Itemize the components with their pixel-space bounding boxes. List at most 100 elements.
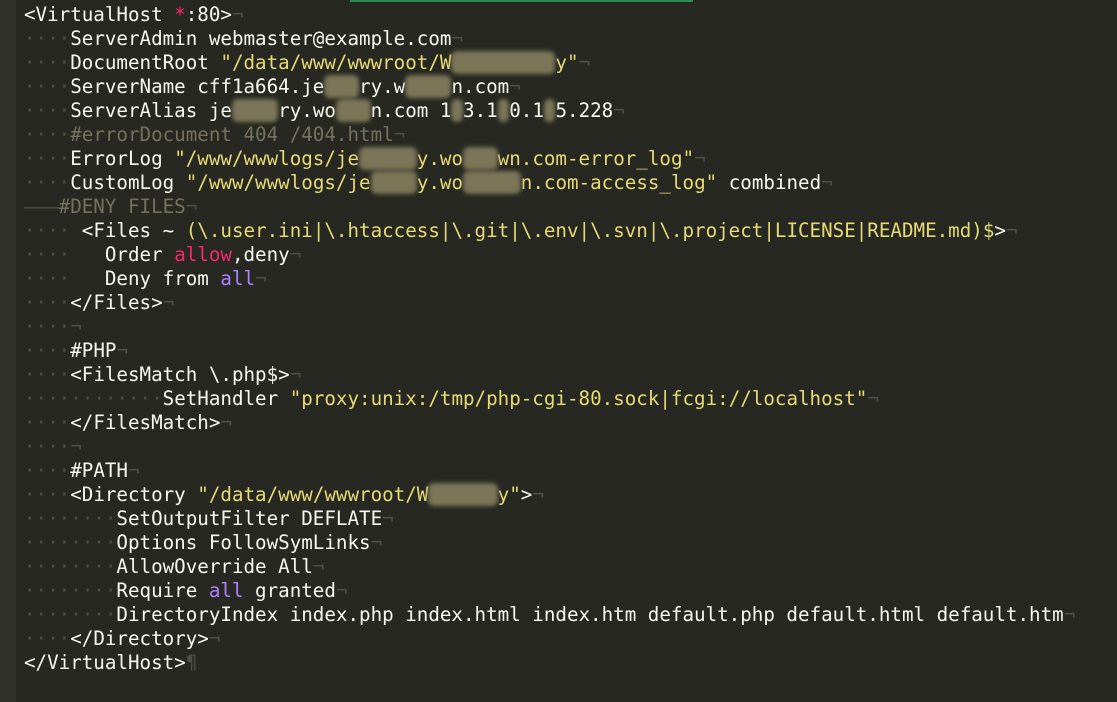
whitespace-marker: ···· bbox=[24, 267, 71, 290]
code-line[interactable]: ····</Files>¬ bbox=[24, 291, 1075, 315]
whitespace-marker: ···· bbox=[24, 99, 71, 122]
end-of-line-marker: ¬ bbox=[255, 267, 267, 290]
code-line[interactable]: ····</Directory>¬ bbox=[24, 627, 1075, 651]
code-text: DocumentRoot bbox=[70, 51, 221, 74]
code-line[interactable]: ····ServerAdmin webmaster@example.com¬ bbox=[24, 27, 1075, 51]
string-token: y.wo bbox=[416, 147, 464, 170]
code-text: Require bbox=[116, 579, 209, 602]
code-line[interactable]: ····</FilesMatch>¬ bbox=[24, 411, 1075, 435]
code-line[interactable]: ········Require all granted¬ bbox=[24, 579, 1075, 603]
code-line[interactable]: ····<FilesMatch \.php$>¬ bbox=[24, 363, 1075, 387]
end-of-line-marker: ¬ bbox=[185, 195, 198, 218]
code-text: <Directory bbox=[70, 483, 198, 506]
code-content[interactable]: <VirtualHost *:80>¬ ····ServerAdmin webma… bbox=[24, 3, 1075, 675]
code-text: Order bbox=[70, 243, 175, 266]
redacted-text: _ bbox=[451, 99, 464, 122]
code-text: AllowOverride All bbox=[116, 555, 313, 578]
whitespace-marker: ——— bbox=[24, 195, 59, 218]
code-line[interactable]: ———#DENY FILES¬ bbox=[24, 195, 1075, 219]
code-line[interactable]: </VirtualHost>¶ bbox=[24, 651, 1075, 675]
end-of-line-marker: ¬ bbox=[220, 411, 232, 434]
end-of-line-marker: ¬ bbox=[1005, 219, 1018, 242]
literal-token: all bbox=[220, 267, 256, 290]
code-editor[interactable]: <VirtualHost *:80>¬ ····ServerAdmin webma… bbox=[0, 0, 1117, 702]
code-line[interactable]: ····#PHP¬ bbox=[24, 339, 1075, 363]
end-of-line-marker: ¬ bbox=[70, 435, 82, 458]
code-line[interactable]: ····CustomLog "/www/wwwlogs/je____y.wo__… bbox=[24, 171, 1075, 195]
whitespace-marker: ···· bbox=[24, 483, 71, 506]
code-line[interactable]: ····<Directory "/data/www/wwwroot/We____… bbox=[24, 483, 1075, 507]
redacted-text: ____ bbox=[370, 171, 417, 194]
end-of-line-marker: ¬ bbox=[694, 147, 706, 170]
code-line[interactable]: ···· Order allow,deny¬ bbox=[24, 243, 1075, 267]
active-tab-indicator bbox=[350, 0, 693, 2]
code-text: ry.wo bbox=[278, 99, 336, 122]
literal-token: all bbox=[208, 579, 244, 602]
code-text: DirectoryIndex index.php index.html inde… bbox=[116, 603, 1064, 626]
whitespace-marker: ········ bbox=[24, 555, 117, 578]
code-line[interactable]: ············SetHandler "proxy:unix:/tmp/… bbox=[24, 387, 1075, 411]
end-of-line-marker: ¬ bbox=[289, 363, 302, 386]
redacted-text: ___ bbox=[463, 147, 498, 170]
string-token: "proxy:unix:/tmp/php-cgi-80.sock|fcgi://… bbox=[289, 387, 868, 410]
code-text: ry.w bbox=[359, 75, 406, 98]
string-token: y" bbox=[555, 51, 579, 74]
redacted-text: _ bbox=[543, 99, 556, 122]
code-line[interactable]: ····ErrorLog "/www/wwwlogs/je_____y.wo__… bbox=[24, 147, 1075, 171]
code-text: CustomLog bbox=[70, 171, 186, 194]
code-line[interactable]: ····#PATH¬ bbox=[24, 459, 1075, 483]
end-of-line-marker: ¬ bbox=[70, 315, 82, 338]
code-line[interactable]: ···· <Files ~ (\.user.ini|\.htaccess|\.g… bbox=[24, 219, 1075, 243]
code-line[interactable]: ········SetOutputFilter DEFLATE¬ bbox=[24, 507, 1075, 531]
code-text: </Directory> bbox=[70, 627, 209, 650]
code-text: Options FollowSymLinks bbox=[116, 531, 371, 554]
end-of-line-marker: ¬ bbox=[231, 3, 244, 26]
string-token: "/www/wwwlogs/je bbox=[185, 171, 371, 194]
redacted-text: e_____ bbox=[428, 483, 498, 506]
whitespace-marker: ···· bbox=[24, 147, 71, 170]
code-text: SetOutputFilter DEFLATE bbox=[116, 507, 383, 530]
code-line[interactable]: ····ServerAlias je____ry.wo___n.com 1_3.… bbox=[24, 99, 1075, 123]
code-text: </FilesMatch> bbox=[70, 411, 221, 434]
code-text: n.com 1 bbox=[370, 99, 452, 122]
code-text: ErrorLog bbox=[70, 147, 175, 170]
whitespace-marker: ···· bbox=[24, 435, 71, 458]
end-of-line-marker: ¬ bbox=[312, 555, 325, 578]
code-text: <VirtualHost bbox=[24, 3, 175, 26]
end-of-line-marker: ¬ bbox=[335, 579, 348, 602]
code-text: n.com bbox=[451, 75, 510, 98]
end-of-line-marker: ¶ bbox=[185, 651, 198, 674]
whitespace-marker: ········ bbox=[24, 531, 117, 554]
code-line[interactable]: ········DirectoryIndex index.php index.h… bbox=[24, 603, 1075, 627]
code-line[interactable]: ···· Deny from all¬ bbox=[24, 267, 1075, 291]
whitespace-marker: ···· bbox=[24, 363, 71, 386]
end-of-line-marker: ¬ bbox=[208, 627, 221, 650]
code-line[interactable]: ····#errorDocument 404 /404.html¬ bbox=[24, 123, 1075, 147]
end-of-line-marker: ¬ bbox=[509, 75, 521, 98]
end-of-line-marker: ¬ bbox=[116, 339, 128, 362]
code-text: ServerName cff1a664.je bbox=[70, 75, 325, 98]
string-token: y" bbox=[497, 483, 521, 506]
whitespace-marker: ···· bbox=[24, 339, 71, 362]
code-text: <Files ~ bbox=[70, 219, 186, 242]
code-text: combined bbox=[717, 171, 822, 194]
whitespace-marker: ···· bbox=[24, 171, 71, 194]
whitespace-marker: ···· bbox=[24, 627, 71, 650]
string-token: n.com-access_log" bbox=[520, 171, 718, 194]
comment-token: #DENY FILES bbox=[58, 195, 186, 218]
code-line[interactable]: <VirtualHost *:80>¬ bbox=[24, 3, 1075, 27]
code-text: </Files> bbox=[70, 291, 163, 314]
whitespace-marker: ···· bbox=[24, 27, 71, 50]
code-line[interactable]: ····DocumentRoot "/data/www/wwwroot/Web_… bbox=[24, 51, 1075, 75]
code-text: :80> bbox=[185, 3, 232, 26]
code-line[interactable]: ····ServerName cff1a664.je__ery.w__man.c… bbox=[24, 75, 1075, 99]
whitespace-marker: ···· bbox=[24, 243, 71, 266]
code-text: > bbox=[520, 483, 533, 506]
code-line[interactable]: ········Options FollowSymLinks¬ bbox=[24, 531, 1075, 555]
end-of-line-marker: ¬ bbox=[867, 387, 879, 410]
string-token: (\.user.ini|\.htaccess|\.git|\.env|\.svn… bbox=[185, 219, 995, 242]
redacted-text: eb___lory bbox=[451, 51, 556, 74]
code-line[interactable]: ····¬ bbox=[24, 435, 1075, 459]
code-line[interactable]: ········AllowOverride All¬ bbox=[24, 555, 1075, 579]
code-line[interactable]: ····¬ bbox=[24, 315, 1075, 339]
